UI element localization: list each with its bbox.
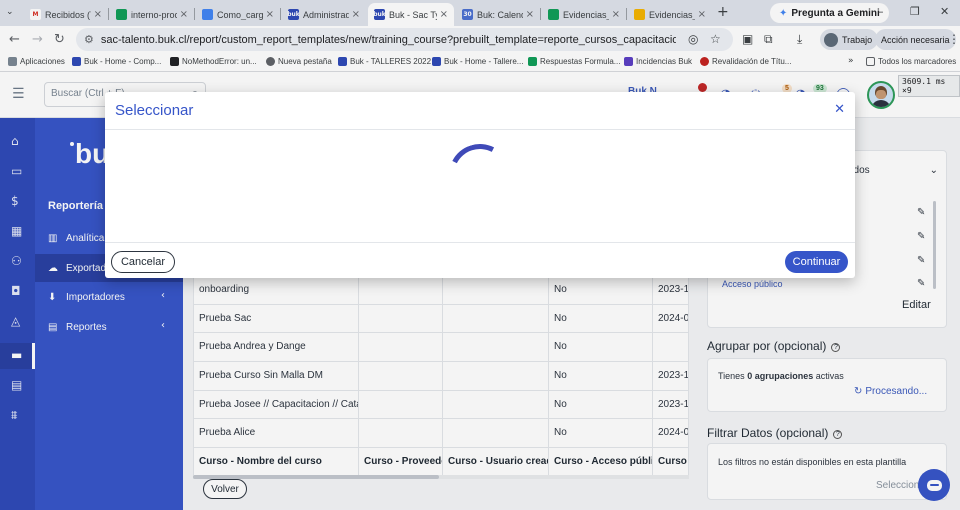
cancel-button[interactable]: Cancelar — [111, 251, 175, 273]
modal-title: Seleccionar — [115, 102, 194, 119]
loading-spinner-icon — [440, 135, 520, 215]
close-icon[interactable]: ✕ — [834, 102, 845, 117]
continue-button[interactable]: Continuar — [785, 251, 848, 273]
select-modal: Seleccionar ✕ Cancelar Continuar — [105, 92, 855, 278]
modal-header: Seleccionar ✕ — [105, 92, 855, 130]
modal-footer: Cancelar Continuar — [105, 242, 855, 278]
